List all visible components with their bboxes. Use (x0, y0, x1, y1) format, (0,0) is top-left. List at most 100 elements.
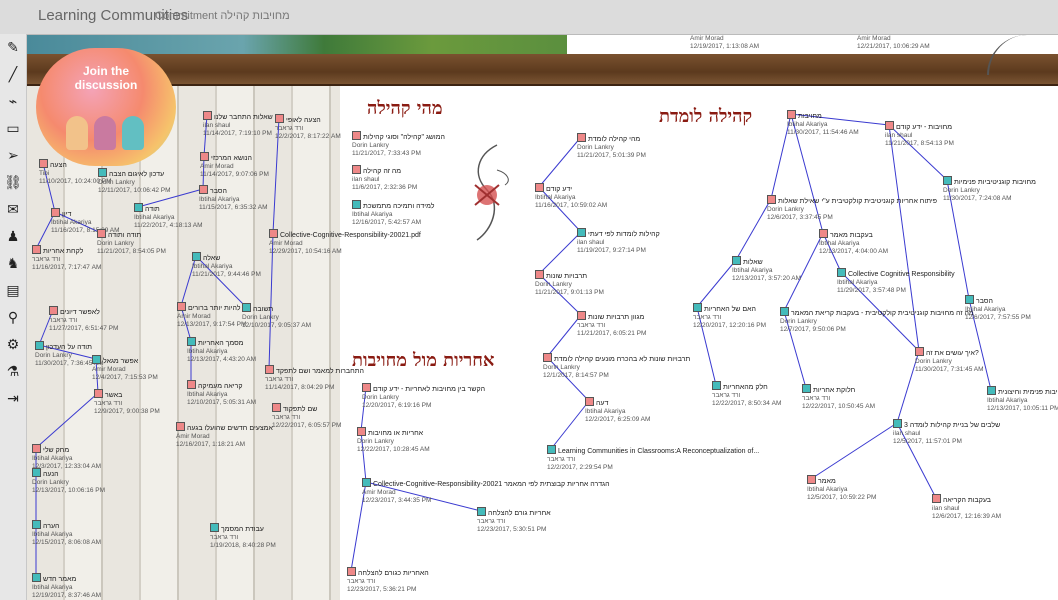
note-item[interactable]: אחריות גורם להצלחה ורד גראבר 12/23/2017, 5… (477, 507, 551, 534)
note-item[interactable]: אחריות או מחויבות Dorin Lankry 12/22/2017,… (357, 427, 430, 454)
note-date: 12/5/2017, 10:59:22 PM (807, 494, 877, 501)
note-item[interactable]: להיות יותר ברורים Amir Morad 12/13/2017, 9… (177, 302, 246, 329)
view-canvas[interactable]: Amir Morad 12/19/2017, 1:13:08 AM Amir Mo… (27, 35, 1058, 600)
arrow-icon[interactable]: ➢ (4, 146, 22, 164)
note-item[interactable]: אפשר מגאל Amir Morad 12/4/2017, 7:15:53 PM (92, 355, 158, 382)
person-icon[interactable]: ♟ (4, 227, 22, 245)
mail-icon[interactable]: ✉ (4, 200, 22, 218)
note-title: איך עושים את זה? (926, 350, 979, 357)
note-item[interactable]: Collective Cognitive Responsibility Ibtih… (837, 268, 955, 295)
note-item[interactable]: בעקבות מאמר Ibtihal Akariya 12/13/2017, 4:… (819, 229, 888, 256)
note-item[interactable]: בעקבות הקריאה ilan shaul 12/6/2017, 12:16:… (932, 494, 1001, 521)
note-author: Ibtihal Akariya (837, 279, 878, 286)
note-item[interactable]: דעה Ibtihal Akariya 12/2/2017, 6:25:09 AM (585, 397, 650, 424)
note-item[interactable]: מהי קהילה לומדת Dorin Lankry 11/21/2017, 5… (577, 133, 646, 160)
note-title: תרבויות שונות (546, 273, 588, 280)
note-item[interactable]: פיתוח אחריות קוגניטיבית קולקטיבית ע"י שא… (767, 195, 937, 222)
note-date: 12/22/2017, 10:50:45 AM (802, 403, 876, 410)
note-date: 12/5/2017, 11:57:01 PM (893, 438, 962, 445)
note-author: ilan shaul (885, 132, 913, 139)
note-item[interactable]: עדכון לאיגום הצבה Dorin Lankry 12/11/2017,… (98, 168, 171, 195)
note-author: ורד גראבר (49, 317, 78, 324)
note-date: 12/4/2017, 7:15:53 PM (92, 374, 158, 381)
flask-icon[interactable]: ⚗ (4, 362, 22, 380)
note-item[interactable]: הסבר Ibtihal Akariya 12/6/2017, 7:57:55 PM (965, 295, 1031, 322)
note-item[interactable]: לקחת אחריות ורד גראבר 11/16/2017, 7:17:47 … (32, 245, 101, 272)
note-item[interactable]: באשר ורד גראבר 12/9/2017, 9:00:38 PM (94, 389, 160, 416)
note-item[interactable]: חלוקת אחריות ורד גראבר 12/22/2017, 10:50:4… (802, 384, 875, 411)
note-icon (347, 567, 356, 576)
note-author: Ibtihal Akariya (585, 408, 626, 415)
left-toolbar: ✎ ╱ ⌁ ▭ ➢ ⛓ ✉ ♟ ♞ ▤ ⚲ ⚙ ⚗ ⇥ (0, 34, 27, 600)
note-item[interactable]: תשובה Dorin Lankry 12/10/2017, 9:05:37 AM (242, 303, 311, 330)
note-title: Collective-Cognitive-Responsibility-2002… (280, 232, 421, 239)
calendar-icon[interactable]: ▤ (4, 281, 22, 299)
note-item[interactable]: תרבויות שונות לא בהכרח מונעים קהילה לומד… (543, 353, 690, 380)
people-icon[interactable]: ♞ (4, 254, 22, 272)
note-item[interactable]: תרבויות שונות Dorin Lankry 11/21/2017, 9:0… (535, 270, 604, 297)
note-item[interactable]: מגוון תרבויות שונות ורד גראבר 11/21/2017, … (577, 311, 646, 338)
line-icon[interactable]: ╱ (4, 65, 22, 83)
note-item[interactable]: Learning Communities in Classrooms:A Rec… (547, 445, 759, 472)
exit-icon[interactable]: ⇥ (4, 389, 22, 407)
note-item[interactable]: Collective-Cognitive-Responsibility-2002… (269, 229, 421, 256)
note-item[interactable]: האם של האחריות ורד גראבר 12/20/2017, 12:20… (693, 303, 766, 330)
note-item[interactable]: האחריות כגורם להצלחה ורד גראבר 12/23/2017,… (347, 567, 429, 594)
note-item[interactable]: מחויבות קוגניטיביות פנימיות Dorin Lankry 1… (943, 176, 1036, 203)
note-item[interactable]: שאלות התחבר שלנו ilan shaul 11/14/2017, 7:… (203, 111, 273, 138)
note-item[interactable]: מאמר חדש Ibtihal Akariya 12/19/2017, 8:37:… (32, 573, 101, 600)
note-item[interactable]: Collective-Cognitive-Responsibility-2002… (362, 478, 610, 505)
note-item[interactable]: הצעה לאופי ורד גראבר 12/2/2017, 8:17:22 AM (275, 114, 341, 141)
note-item[interactable]: תודה ותודה Dorin Lankry 11/21/2017, 8:54:0… (97, 229, 166, 256)
window-icon[interactable]: ▭ (4, 119, 22, 137)
note-item[interactable]: איך עושים את זה? Dorin Lankry 11/30/2017, … (915, 347, 984, 374)
note-date: 11/21/2017, 8:54:13 PM (885, 140, 954, 147)
note-date: 12/10/2017, 5:05:31 AM (187, 399, 257, 406)
note-item[interactable]: קריאה מעמיקה Ibtihal Akariya 12/10/2017, 5… (187, 380, 256, 407)
note-item[interactable]: מסמך האחריות Ibtihal Akariya 12/13/2017, 4… (187, 337, 256, 364)
note-icon (787, 110, 796, 119)
note-item[interactable]: הסבר Ibtihal Akariya 11/15/2017, 6:35:32 A… (199, 185, 268, 212)
note-item[interactable]: מה זה מחויבות קוגניטיבית קולקטיבית - בעק… (780, 307, 974, 334)
note-item[interactable]: שאלות Ibtihal Akariya 12/13/2017, 3:57:20 … (732, 256, 801, 283)
note-item[interactable]: הנושא המרכזי Amir Morad 11/14/2017, 9:07:0… (200, 152, 269, 179)
note-item[interactable]: שם לתפקוד ורד גראבר 12/22/2017, 6:05:57 PM (272, 403, 341, 430)
note-date: 12/16/2017, 5:42:57 AM (352, 219, 422, 226)
search-icon[interactable]: ⚲ (4, 308, 22, 326)
note-item[interactable]: תודה Ibtihal Akariya 11/22/2017, 4:18:13 A… (134, 203, 203, 230)
note-item[interactable]: ידע קודם Ibtihal Akariya 11/16/2017, 10:59… (535, 183, 607, 210)
note-item[interactable]: המושג "קהילה" וסוגי קהילות Dorin Lankry 11… (352, 131, 445, 158)
note-item[interactable]: מה זה קהילה ilan shaul 11/6/2017, 2:32:36 … (352, 165, 417, 192)
note-icon (965, 295, 974, 304)
note-icon (187, 380, 196, 389)
link-icon[interactable]: ⛓ (4, 173, 22, 191)
note-item[interactable]: לאפשר דיונים ורד גראבר 11/27/2017, 6:51:47… (49, 306, 118, 333)
paperclip-icon[interactable]: ⌁ (4, 92, 22, 110)
note-item[interactable]: הנעה Dorin Lankry 12/13/2017, 10:06:16 PM (32, 468, 105, 495)
note-date: 11/21/2017, 9:01:13 PM (535, 289, 604, 296)
note-author: Dorin Lankry (543, 364, 580, 371)
note-item[interactable]: מאמר Ibtihal Akariya 12/5/2017, 10:59:22 P… (807, 475, 876, 502)
note-item[interactable]: מחויבות פנימית וחיצוניתIbtihal Akariya12… (987, 386, 1058, 413)
note-item[interactable]: עבודת המסמך ורד גראבר 1/19/2018, 8:40:28 P… (210, 523, 276, 550)
pencil-icon[interactable]: ✎ (4, 38, 22, 56)
note-icon (577, 133, 586, 142)
note-item[interactable]: מחויבות Ibtihal Akariya 11/30/2017, 11:54:… (787, 110, 859, 137)
note-item[interactable]: שלבים של בניית קהילות לומדה 3 ilan shaul 1… (893, 419, 1000, 446)
note-item[interactable]: קהילות לומדות לפי דעתי ilan shaul 11/19/20… (577, 228, 660, 255)
note-icon (352, 131, 361, 140)
note-item[interactable]: חלק מהאחריות ורד גראבר 12/22/2017, 8:50:34… (712, 381, 781, 408)
note-author: Amir Morad (362, 489, 396, 496)
note-item[interactable]: אמצעים חדשים שהועלו בגעה Amir Morad 12/16/… (176, 422, 273, 449)
note-date: 12/9/2017, 9:00:38 PM (94, 408, 160, 415)
title-bar: Learning Communities Commitment מחויבות … (0, 0, 1058, 35)
note-item[interactable]: הקשר בין מחויבות לאחריות - ידע קודם Dorin… (362, 383, 485, 410)
note-item[interactable]: מחק שלי Ibtihal Akariya 12/3/2017, 12:33:0… (32, 444, 101, 471)
note-item[interactable]: התחברות למאמר ושם לתפקד ורד גראבר 11/14/20… (265, 365, 364, 392)
note-item[interactable]: שאלה Ibtihal Akariya 11/21/2017, 9:44:46 P… (192, 252, 261, 279)
gear-icon[interactable]: ⚙ (4, 335, 22, 353)
note-item[interactable]: למידה ותמיכה מתמשכת Ibtihal Akariya 12/16/… (352, 200, 434, 227)
note-item[interactable]: מחויבות - ידע קודם ilan shaul 11/21/2017, … (885, 121, 954, 148)
note-item[interactable]: הערה Ibtihal Akariya 12/15/2017, 8:06:08 A… (32, 520, 101, 547)
note-author: ורד גראבר (802, 395, 831, 402)
